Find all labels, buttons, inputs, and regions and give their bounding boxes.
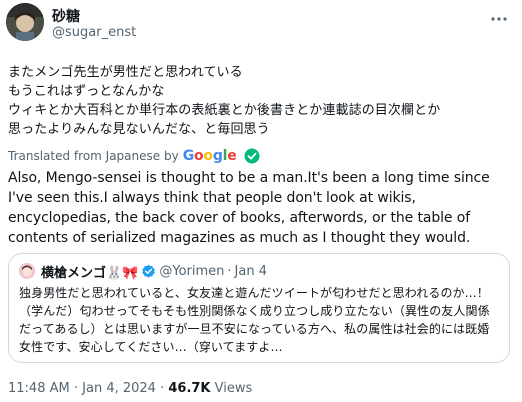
google-letter: e <box>227 148 237 164</box>
user-avatar-icon <box>6 3 44 41</box>
tweet-header: 砂糖 @sugar_enst <box>0 0 522 50</box>
separator-dot: · <box>160 381 165 396</box>
tweet-time[interactable]: 11:48 AM <box>8 381 70 396</box>
verified-badge-icon <box>142 264 156 278</box>
google-letter: g <box>212 148 223 164</box>
more-options-button[interactable] <box>488 8 510 30</box>
user-avatar-icon <box>19 263 35 279</box>
google-letter: o <box>203 148 213 164</box>
tweet-text-translated: Also, Mengo-sensei is thought to be a ma… <box>8 170 490 246</box>
quoted-tweet[interactable]: 横槍メンゴ🐰🎀 @Yorimen · Jan 4 独身男性だと思われていると、女… <box>8 253 510 363</box>
quoted-handle[interactable]: @Yorimen <box>159 264 224 279</box>
google-logo: Google <box>183 148 237 164</box>
author-avatar[interactable] <box>6 3 44 41</box>
google-letter: o <box>193 148 204 164</box>
check-circle-icon <box>244 148 260 164</box>
separator-dot: · <box>227 263 232 279</box>
more-horizontal-icon <box>491 17 507 21</box>
author-display-name[interactable]: 砂糖 <box>52 6 80 26</box>
quoted-author-avatar[interactable] <box>19 263 35 279</box>
translated-label: Translated from Japanese by <box>8 149 179 163</box>
views-count: 46.7K <box>168 381 211 396</box>
quoted-tweet-header: 横槍メンゴ🐰🎀 @Yorimen · Jan 4 <box>41 262 267 281</box>
tweet-text-original: またメンゴ先生が男性だと思われている もうこれはずっとなんかな ウィキとか大百科… <box>8 65 441 137</box>
google-letter: G <box>182 148 195 164</box>
author-handle[interactable]: @sugar_enst <box>52 25 136 40</box>
translation-attribution: Translated from Japanese by Google <box>8 146 260 166</box>
quoted-display-name[interactable]: 横槍メンゴ🐰🎀 <box>41 262 138 281</box>
separator-dot: · <box>73 381 78 396</box>
views-label: Views <box>214 381 253 396</box>
quoted-tweet-text: 独身男性だと思われていると、女友達と遊んだツイートが匂わせだと思われるのか…！（… <box>19 286 490 354</box>
tweet-date[interactable]: Jan 4, 2024 <box>82 381 156 396</box>
tweet-meta: 11:48 AM · Jan 4, 2024 · 46.7K Views <box>8 381 252 396</box>
quoted-date[interactable]: Jan 4 <box>235 264 267 279</box>
